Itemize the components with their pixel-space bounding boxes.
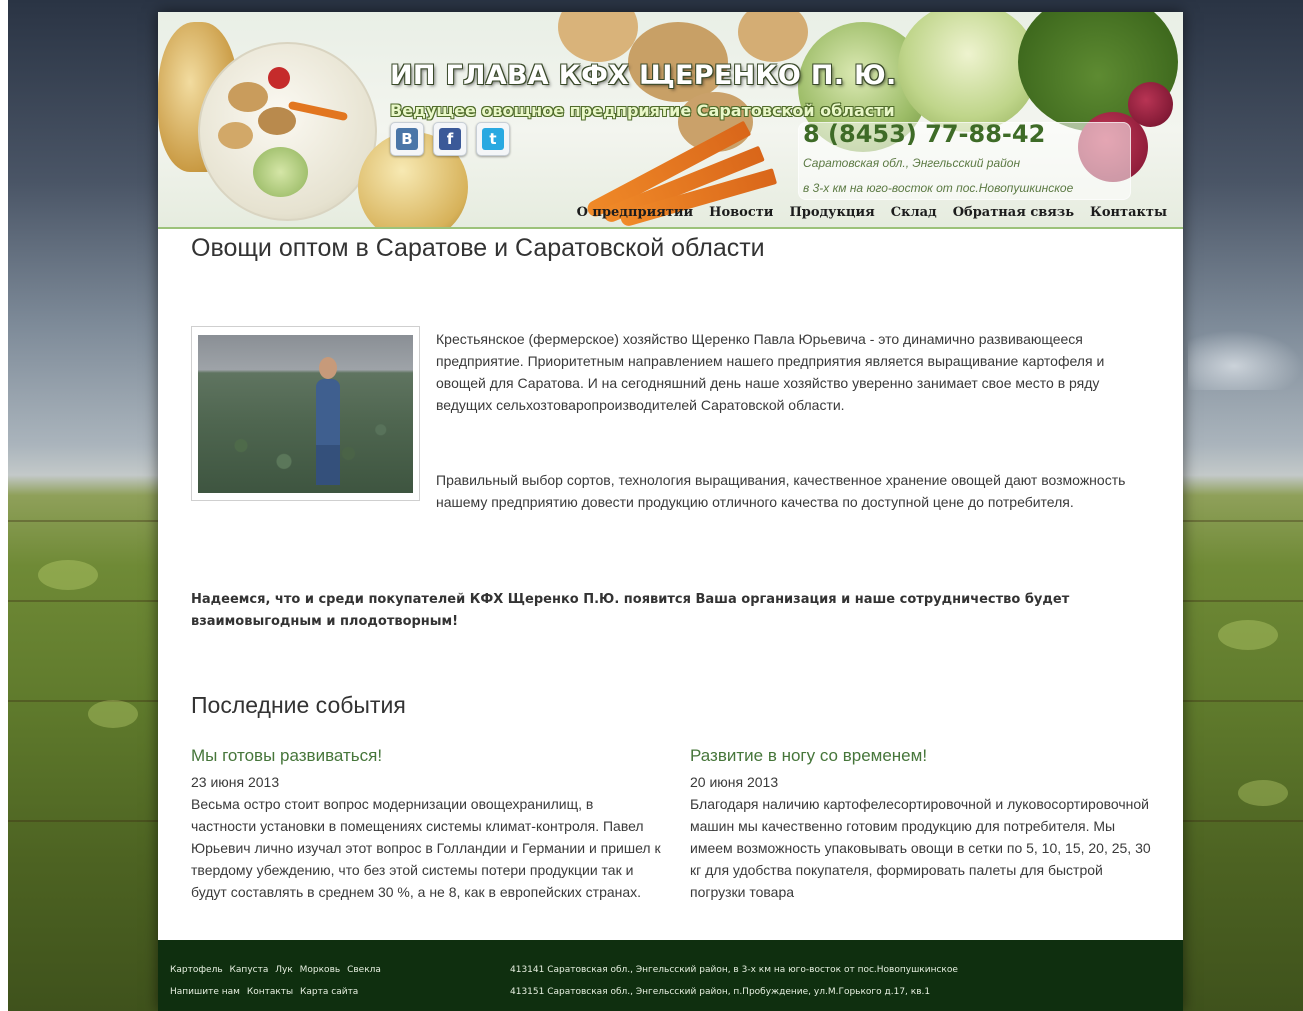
footer-address-2: 413151 Саратовская обл., Энгельсский рай… — [510, 987, 931, 997]
cooperation-paragraph: Надеемся, что и среди покупателей КФХ Ще… — [191, 592, 1070, 629]
phone-number: 8 (8453) 77-88-42 — [803, 120, 1046, 148]
main-nav: О предприятии Новости Продукция Склад Об… — [569, 205, 1175, 223]
footer-product-links: Картофель Капуста Лук Морковь Свекла — [170, 965, 385, 975]
page-title: Овощи оптом в Саратове и Саратовской обл… — [191, 234, 765, 262]
event-text: Благодаря наличию картофелесортировочной… — [690, 796, 1151, 900]
facebook-icon: f — [439, 128, 461, 150]
events-heading: Последние события — [191, 692, 406, 718]
quality-paragraph: Правильный выбор сортов, технология выра… — [436, 472, 1126, 510]
footer-link-cabbage[interactable]: Капуста — [230, 965, 269, 975]
event-date: 23 июня 2013 — [191, 774, 280, 790]
footer-link-carrot[interactable]: Морковь — [300, 965, 341, 975]
address-line-2: в 3-х км на юго-восток от пос.Новопушкин… — [803, 181, 1074, 195]
vkontakte-icon: В — [396, 128, 418, 150]
address-line-1: Саратовская обл., Энгельсский район — [803, 156, 1021, 170]
page-container: ИП ГЛАВА КФХ ЩЕРЕНКО П. Ю. Ведущее овощн… — [158, 12, 1183, 1011]
footer-address-1: 413141 Саратовская обл., Энгельсский рай… — [510, 965, 958, 975]
nav-item-feedback[interactable]: Обратная связь — [945, 205, 1082, 223]
vkontakte-button[interactable]: В — [390, 122, 424, 156]
farmer-photo — [191, 326, 420, 501]
twitter-icon: t — [482, 128, 504, 150]
event-date: 20 июня 2013 — [690, 774, 779, 790]
footer-link-sitemap[interactable]: Карта сайта — [300, 987, 358, 997]
footer-link-write-us[interactable]: Напишите нам — [170, 987, 240, 997]
nav-item-products[interactable]: Продукция — [781, 205, 882, 223]
footer-site-links: Напишите нам Контакты Карта сайта — [170, 987, 362, 997]
footer-link-onion[interactable]: Лук — [275, 965, 293, 975]
intro-paragraph: Крестьянское (фермерское) хозяйство Щере… — [436, 331, 1105, 413]
event-title-link[interactable]: Развитие в ногу со временем! — [690, 745, 1160, 767]
event-item: Мы готовы развиваться! 23 июня 2013 Весь… — [191, 745, 661, 903]
footer-link-contacts[interactable]: Контакты — [247, 987, 293, 997]
event-item: Развитие в ногу со временем! 20 июня 201… — [690, 745, 1160, 903]
site-header: ИП ГЛАВА КФХ ЩЕРЕНКО П. Ю. Ведущее овощн… — [158, 12, 1183, 229]
nav-item-news[interactable]: Новости — [701, 205, 781, 223]
site-subtitle: Ведущее овощное предприятие Саратовской … — [390, 101, 895, 120]
nav-item-contacts[interactable]: Контакты — [1082, 205, 1175, 223]
nav-item-about[interactable]: О предприятии — [569, 205, 702, 223]
nav-item-warehouse[interactable]: Склад — [883, 205, 945, 223]
event-text: Весьма остро стоит вопрос модернизации о… — [191, 796, 661, 900]
footer-link-beet[interactable]: Свекла — [347, 965, 381, 975]
site-title[interactable]: ИП ГЛАВА КФХ ЩЕРЕНКО П. Ю. — [390, 60, 897, 91]
event-title-link[interactable]: Мы готовы развиваться! — [191, 745, 661, 767]
site-footer: Картофель Капуста Лук Морковь Свекла Нап… — [158, 940, 1183, 1011]
facebook-button[interactable]: f — [433, 122, 467, 156]
twitter-button[interactable]: t — [476, 122, 510, 156]
social-links: В f t — [390, 122, 510, 156]
footer-link-potato[interactable]: Картофель — [170, 965, 223, 975]
